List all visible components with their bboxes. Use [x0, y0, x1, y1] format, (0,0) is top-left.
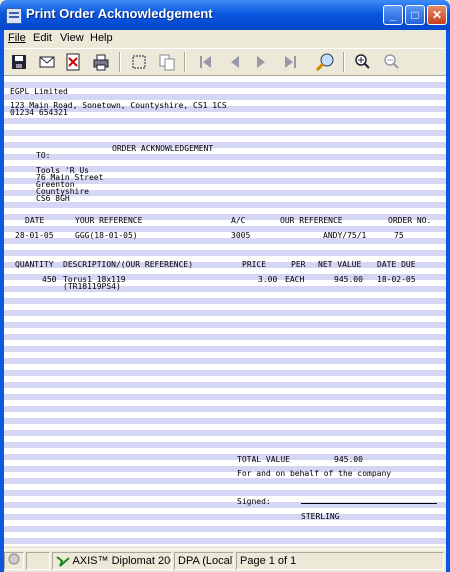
maximize-button[interactable]: □ [405, 5, 425, 25]
document-preview: EGPL Limited 123 Main Road, Sonetown, Co… [4, 76, 446, 546]
status-app-name: AXIS™ Diplomat 2004 [72, 555, 172, 567]
minimize-button[interactable]: _ [383, 5, 403, 25]
zoom-in-icon[interactable] [351, 51, 373, 73]
document-heading: ORDER ACKNOWLEDGEMENT [112, 144, 214, 153]
copy-icon[interactable] [156, 51, 178, 73]
header-your-reference: YOUR REFERENCE [75, 216, 143, 225]
header-order-no: ORDER NO. [388, 216, 432, 225]
signed-label: Signed: [237, 497, 271, 506]
status-app-panel: AXIS™ Diplomat 2004 [52, 552, 172, 570]
next-page-icon[interactable] [250, 51, 272, 73]
line-header-description: DESCRIPTION/(OUR REFERENCE) [63, 260, 194, 269]
toolbar [4, 48, 446, 76]
prev-page-icon[interactable] [224, 51, 246, 73]
line-reference: (TR18119PS4) [63, 282, 121, 291]
company-name: EGPL Limited [10, 87, 68, 96]
signatory-name: STERLING [301, 512, 340, 521]
to-label: TO: [36, 151, 51, 160]
order-ac: 3005 [231, 231, 251, 240]
on-behalf-text: For and on behalf of the company [237, 469, 392, 478]
window-icon [6, 8, 22, 24]
company-phone: 01234 654321 [10, 108, 68, 117]
email-icon[interactable] [36, 51, 58, 73]
line-price: 3.00 [258, 275, 278, 284]
axis-logo-icon [56, 556, 70, 567]
zoom-out-icon[interactable] [380, 51, 402, 73]
status-empty-panel [26, 552, 50, 570]
status-mode: DPA (Local) [174, 552, 234, 570]
menu-edit[interactable]: Edit [33, 32, 52, 44]
line-header-quantity: QUANTITY [15, 260, 54, 269]
print-icon[interactable] [90, 51, 112, 73]
order-your-reference: GGG(18-01-05) [75, 231, 138, 240]
status-bar: AXIS™ Diplomat 2004 DPA (Local) Page 1 o… [4, 549, 446, 572]
find-icon[interactable] [314, 51, 336, 73]
header-our-reference: OUR REFERENCE [280, 216, 343, 225]
select-icon[interactable] [128, 51, 150, 73]
line-header-per: PER [291, 260, 306, 269]
order-our-reference: ANDY/75/1 [323, 231, 367, 240]
menu-bar: File Edit View Help [4, 30, 446, 48]
status-info-icon [8, 553, 20, 565]
line-header-date-due: DATE DUE [377, 260, 416, 269]
header-ac: A/C [231, 216, 246, 225]
line-header-price: PRICE [242, 260, 267, 269]
status-page: Page 1 of 1 [236, 552, 444, 570]
header-date: DATE [25, 216, 45, 225]
menu-file[interactable]: File [8, 32, 26, 44]
to-address-line: CS6 8GH [36, 194, 70, 203]
status-icon-panel [4, 552, 24, 570]
order-number: 75 [394, 231, 404, 240]
total-label: TOTAL VALUE [237, 455, 290, 464]
menu-help[interactable]: Help [90, 32, 113, 44]
first-page-icon[interactable] [194, 51, 216, 73]
title-bar: Print Order Acknowledgement _ □ ✕ [0, 0, 450, 30]
order-date: 28-01-05 [15, 231, 54, 240]
pdf-icon[interactable] [62, 51, 84, 73]
window-border-right [446, 30, 450, 572]
total-value: 945.00 [334, 455, 363, 464]
line-net-value: 945.00 [334, 275, 363, 284]
signature-line [301, 503, 437, 504]
save-icon[interactable] [8, 51, 30, 73]
menu-view[interactable]: View [60, 32, 84, 44]
close-button[interactable]: ✕ [427, 5, 447, 25]
line-per: EACH [285, 275, 305, 284]
line-header-net-value: NET VALUE [318, 260, 362, 269]
line-date-due: 18-02-05 [377, 275, 416, 284]
last-page-icon[interactable] [280, 51, 302, 73]
line-quantity: 450 [42, 275, 57, 284]
window-title: Print Order Acknowledgement [26, 6, 213, 21]
